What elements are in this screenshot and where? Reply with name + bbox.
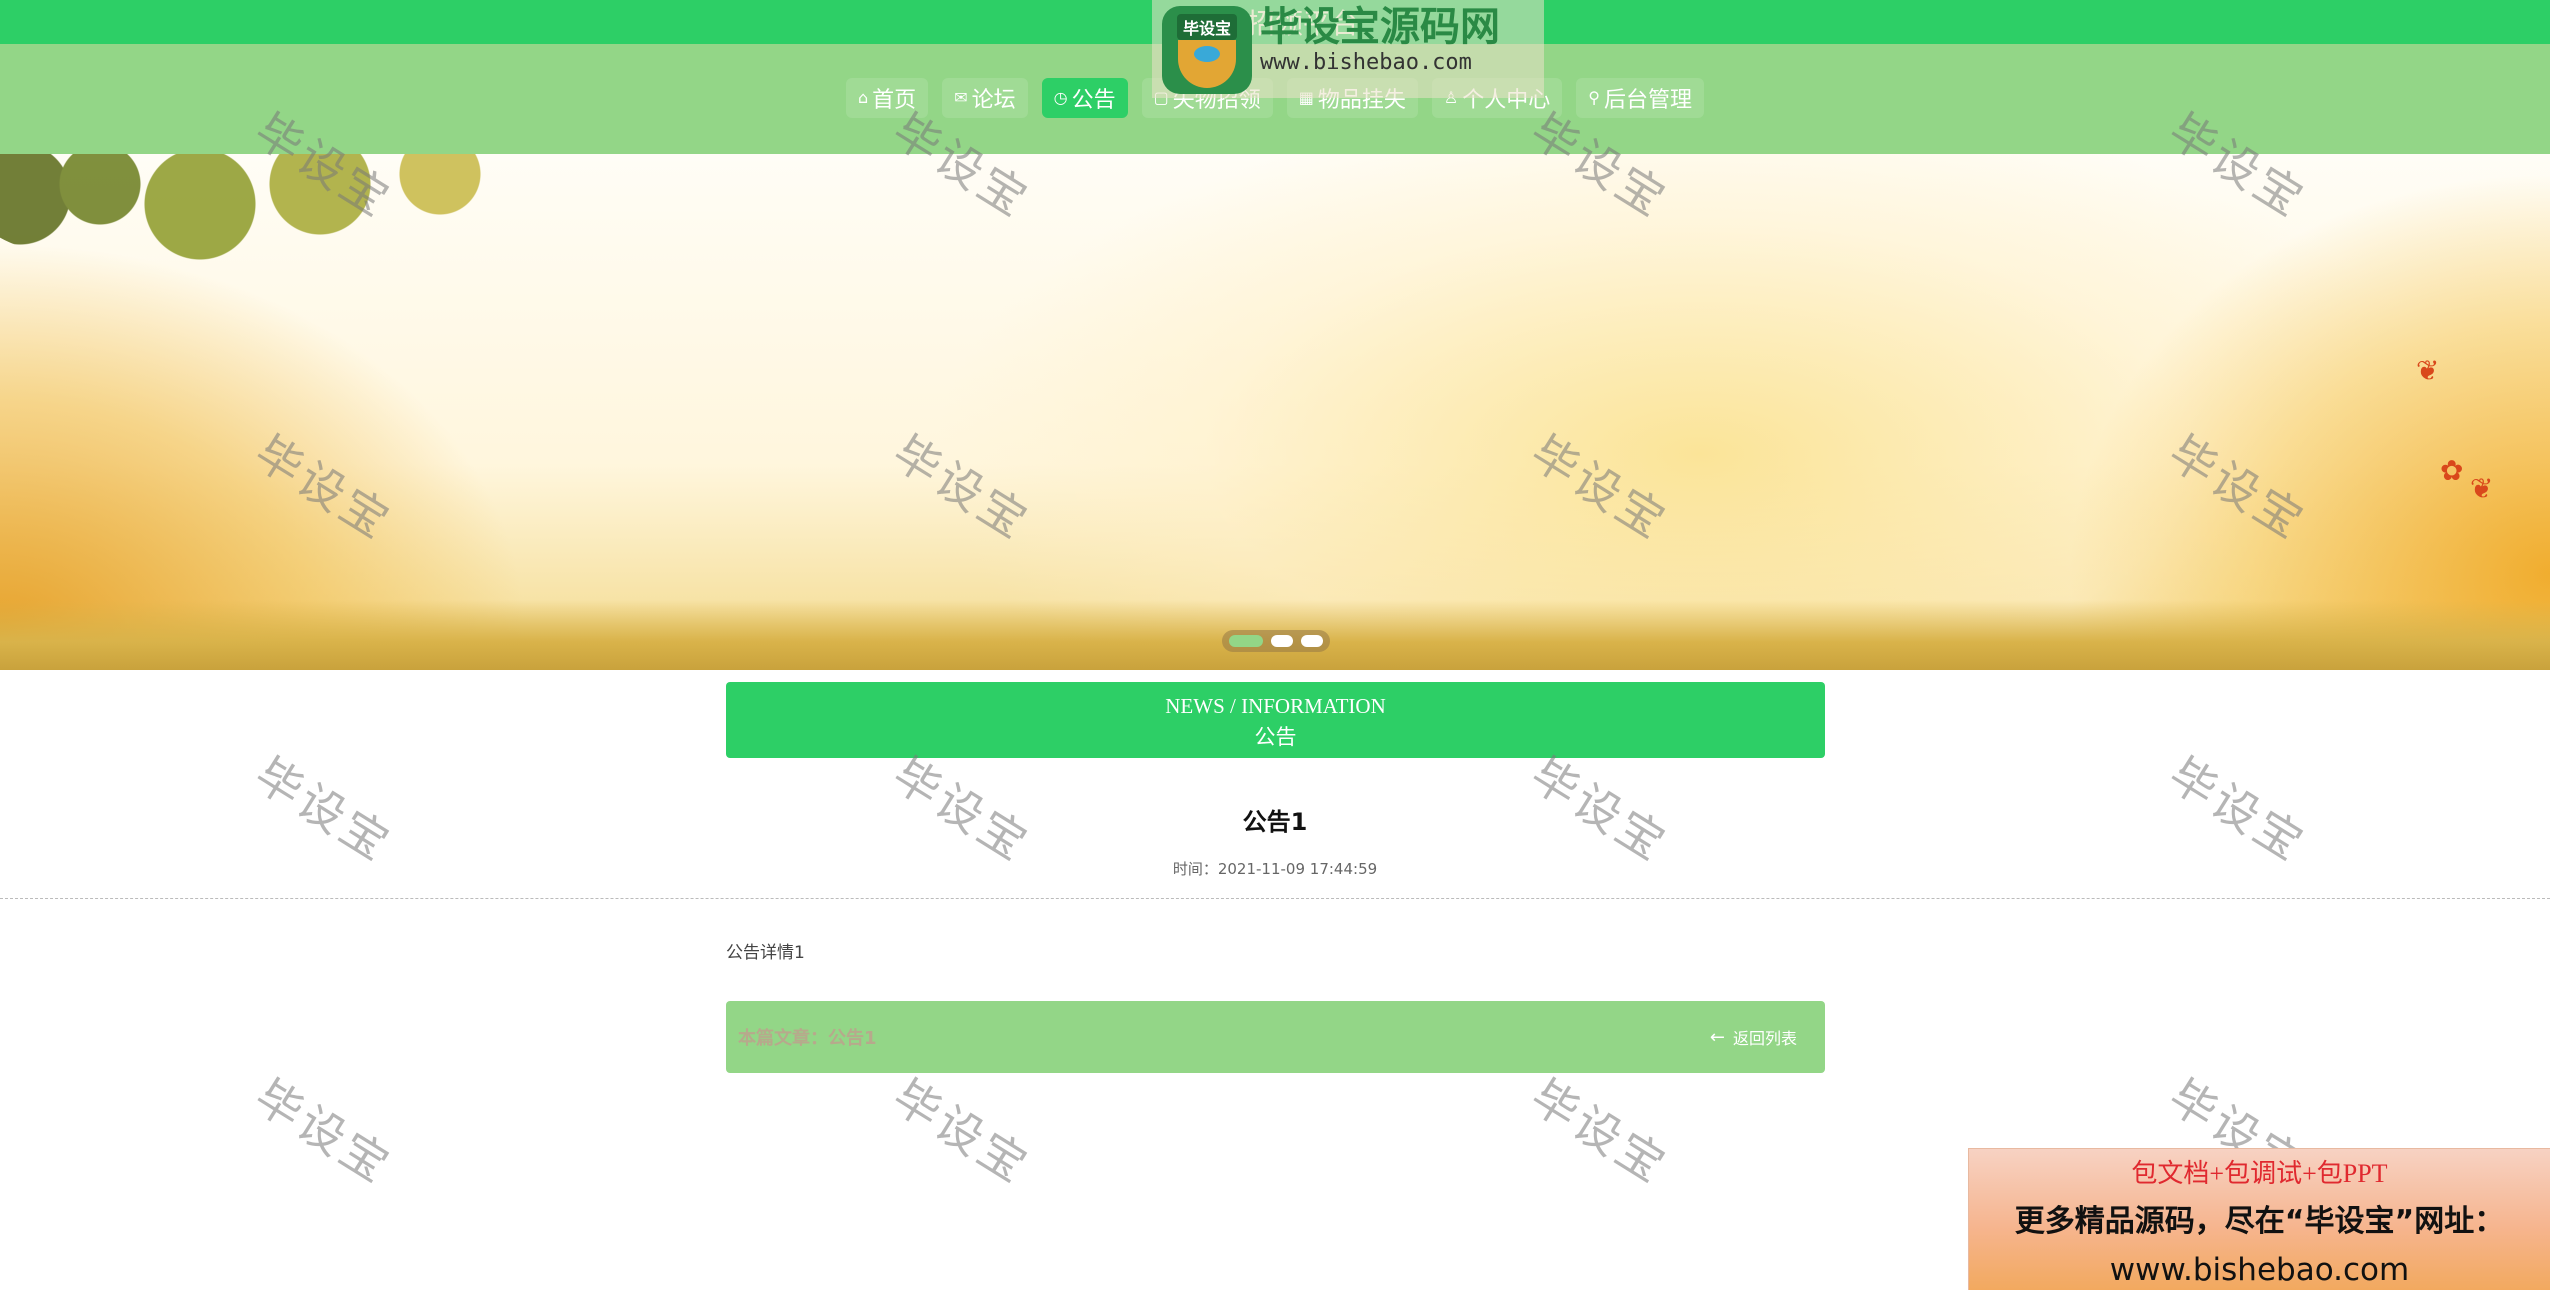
nav-item-label: 公告: [1071, 88, 1116, 113]
arrow-left-icon: ←: [1709, 1026, 1725, 1048]
watermark: 毕设宝: [883, 1068, 1040, 1195]
nav-item-label: 后台管理: [1603, 88, 1692, 113]
nav-item-home[interactable]: ⌂ 首页: [846, 78, 929, 118]
nav-item-label: 首页: [872, 88, 917, 113]
article-time: 时间：2021-11-09 17:44:59: [1172, 860, 1378, 878]
carousel-dot[interactable]: [1301, 635, 1323, 647]
news-header-en: NEWS / INFORMATION: [1165, 694, 1386, 718]
divider: [0, 898, 2550, 899]
watermark: 毕设宝: [1521, 1068, 1678, 1195]
logo-overlay: 毕设宝 毕设宝源码网 www.bishebao.com: [1152, 0, 1544, 98]
logo-name: 毕设宝源码网: [1260, 4, 1500, 50]
back-to-list-button[interactable]: ← 返回列表: [1710, 1025, 1797, 1049]
logo-text: 毕设宝源码网 www.bishebao.com: [1260, 6, 1500, 75]
nav-item-announcement[interactable]: ◷ 公告: [1041, 78, 1128, 118]
news-header-cn: 公告: [1254, 725, 1297, 749]
watermark: 毕设宝: [245, 1068, 402, 1195]
mail-icon: ✉: [954, 88, 968, 107]
banner-tree-image: [0, 154, 600, 274]
nav-item-label: 论坛: [971, 88, 1016, 113]
back-to-list-label: 返回列表: [1732, 1029, 1797, 1048]
clock-icon: ◷: [1053, 88, 1068, 107]
article-footer-bar: 本篇文章：公告1 ← 返回列表: [726, 1001, 1825, 1073]
ad-line-2: 更多精品源码，尽在“毕设宝”网址：: [2014, 1204, 2505, 1239]
ad-line-3: www.bishebao.com: [2109, 1252, 2410, 1288]
link-icon: ⚲: [1588, 88, 1600, 107]
carousel-dot[interactable]: [1271, 635, 1293, 647]
banner-carousel[interactable]: ❦ ✿ ❦: [0, 154, 2550, 670]
carousel-dot[interactable]: [1229, 635, 1263, 647]
news-header: NEWS / INFORMATION 公告: [726, 682, 1825, 758]
this-article-label: 本篇文章：公告1: [738, 1028, 877, 1049]
leaf-icon: ❦: [2470, 473, 2494, 504]
logo-url: www.bishebao.com: [1260, 50, 1472, 75]
leaf-icon: ✿: [2440, 455, 2464, 486]
ad-line-1: 包文档+包调试+包PPT: [2131, 1159, 2388, 1188]
article-title: 公告1: [1242, 808, 1308, 836]
article-body: 公告详情1: [726, 943, 805, 963]
home-icon: ⌂: [858, 88, 869, 107]
logo-badge-text: 毕设宝: [1176, 14, 1237, 40]
carousel-indicators: [1222, 630, 1330, 652]
leaf-icon: ❦: [2416, 355, 2440, 386]
logo-cup-shape: [1178, 40, 1236, 88]
ad-box[interactable]: 包文档+包调试+包PPT 更多精品源码，尽在“毕设宝”网址： www.bishe…: [1968, 1148, 2550, 1290]
nav-item-forum[interactable]: ✉ 论坛: [942, 78, 1028, 118]
logo-icon: 毕设宝: [1162, 6, 1252, 94]
nav-item-admin[interactable]: ⚲ 后台管理: [1576, 78, 1704, 118]
